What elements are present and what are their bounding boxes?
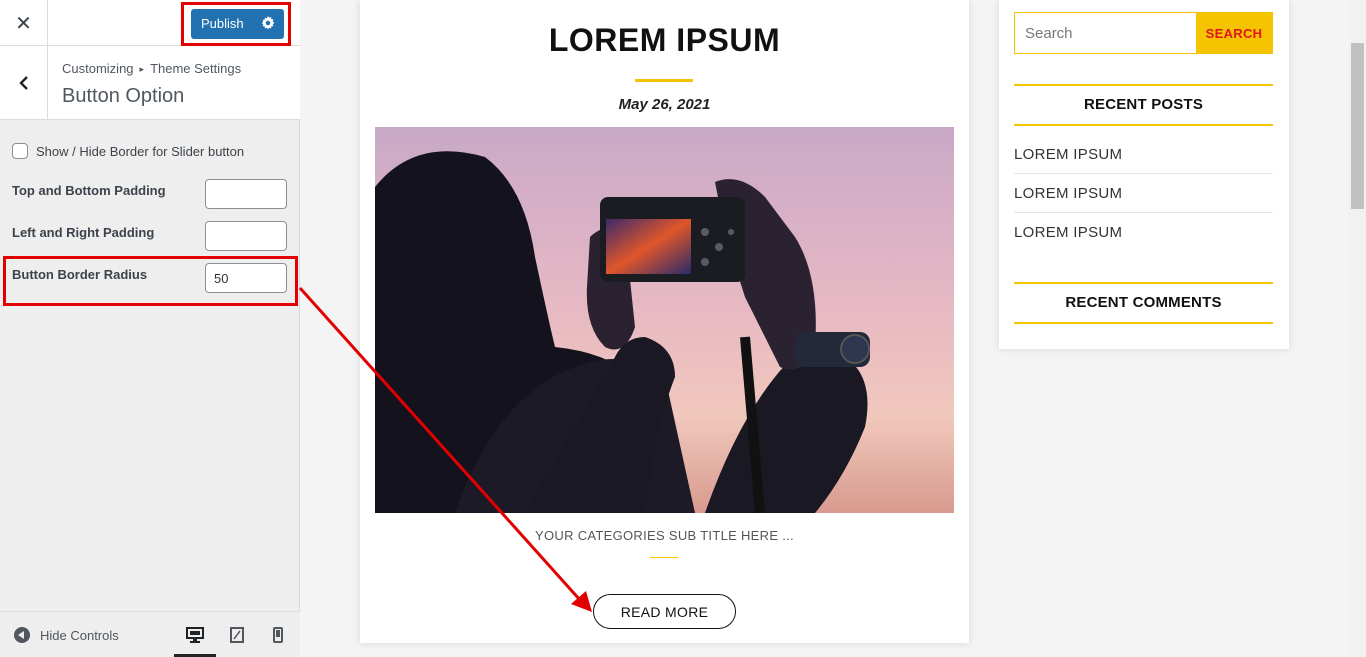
mobile-preview-button[interactable] <box>267 624 289 646</box>
post-subtitle: YOUR CATEGORIES SUB TITLE HERE ... <box>535 528 794 543</box>
hide-controls-label: Hide Controls <box>40 627 119 643</box>
border-toggle-label: Show / Hide Border for Slider button <box>36 143 245 159</box>
breadcrumb: Customizing ▸ Theme Settings <box>62 61 241 76</box>
subtitle-divider <box>650 557 678 558</box>
publish-button[interactable]: Publish <box>191 9 284 39</box>
close-icon: ✕ <box>15 12 32 35</box>
publish-label: Publish <box>201 16 244 31</box>
recent-post-link[interactable]: LOREM IPSUM <box>1014 174 1273 213</box>
recent-post-link[interactable]: LOREM IPSUM <box>1014 135 1273 174</box>
breadcrumb-root: Customizing <box>62 61 134 76</box>
post-card: LOREM IPSUM May 26, 2021 YOUR CATEGORIES… <box>360 0 969 643</box>
photographer-sunset-image <box>375 127 954 513</box>
back-button[interactable] <box>0 46 48 119</box>
border-toggle-checkbox[interactable] <box>12 143 28 159</box>
scrollbar-thumb[interactable] <box>1351 43 1364 209</box>
recent-posts-heading: RECENT POSTS <box>1014 84 1273 126</box>
post-featured-image[interactable] <box>375 127 954 513</box>
top-bottom-padding-input[interactable] <box>205 179 287 209</box>
border-radius-label: Button Border Radius <box>12 267 148 282</box>
search-input[interactable] <box>1015 13 1196 53</box>
breadcrumb-separator: ▸ <box>139 64 145 74</box>
gear-icon[interactable] <box>261 16 275 30</box>
read-more-button[interactable]: READ MORE <box>593 594 736 629</box>
section-title: Button Option <box>62 85 185 107</box>
recent-comments-heading: RECENT COMMENTS <box>1014 282 1273 324</box>
customizer-footer: Hide Controls <box>0 611 300 657</box>
title-divider <box>635 79 693 82</box>
close-button[interactable]: ✕ <box>0 0 48 46</box>
recent-post-link[interactable]: LOREM IPSUM <box>1014 213 1273 252</box>
hide-controls-icon <box>14 627 30 643</box>
border-toggle-row: Show / Hide Border for Slider button <box>12 143 244 159</box>
search-button[interactable]: SEARCH <box>1196 13 1272 53</box>
post-title[interactable]: LOREM IPSUM <box>360 22 969 59</box>
section-header: Customizing ▸ Theme Settings Button Option <box>0 46 300 120</box>
desktop-icon <box>186 627 204 643</box>
border-radius-input[interactable]: 50 <box>205 263 287 293</box>
customizer-header: ✕ Publish <box>0 0 300 46</box>
chevron-left-icon <box>18 75 28 90</box>
left-right-padding-input[interactable] <box>205 221 287 251</box>
sidebar-widgets: SEARCH RECENT POSTS LOREM IPSUM LOREM IP… <box>999 0 1289 349</box>
mobile-icon <box>273 627 283 643</box>
search-form: SEARCH <box>1014 12 1273 54</box>
breadcrumb-parent: Theme Settings <box>150 61 242 76</box>
customizer-sidebar: ✕ Publish Customizing ▸ Theme Settings But… <box>0 0 300 657</box>
post-date: May 26, 2021 <box>618 96 711 113</box>
desktop-preview-button[interactable] <box>184 624 206 646</box>
tablet-preview-button[interactable] <box>226 624 248 646</box>
tablet-icon <box>230 627 244 643</box>
left-right-padding-label: Left and Right Padding <box>12 225 155 240</box>
top-bottom-padding-label: Top and Bottom Padding <box>12 183 166 198</box>
hide-controls-button[interactable]: Hide Controls <box>14 627 119 643</box>
